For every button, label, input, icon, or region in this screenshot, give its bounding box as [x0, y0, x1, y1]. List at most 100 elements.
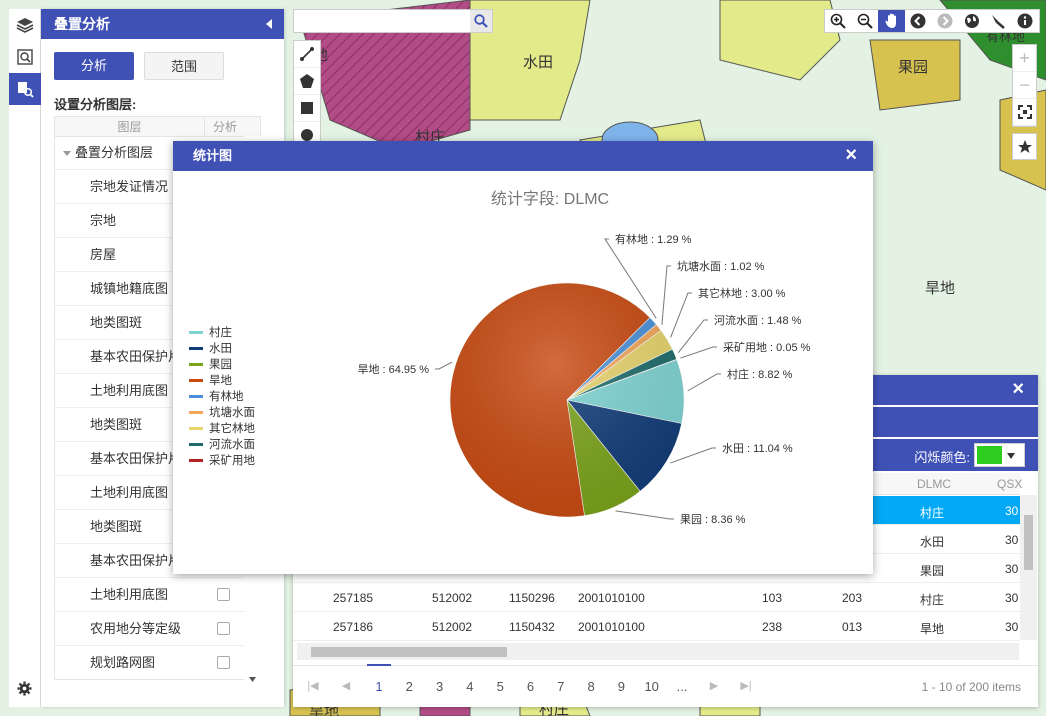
legend-swatch [189, 379, 203, 382]
legend-item[interactable]: 坑塘水面 [209, 405, 255, 419]
legend-item[interactable]: 水田 [209, 342, 232, 355]
table-cell: 2001010100 [578, 591, 645, 605]
layers-button[interactable] [9, 9, 41, 41]
map-label: 果园 [898, 59, 929, 76]
rectangle-icon [301, 102, 313, 114]
bookmark-button[interactable] [1012, 133, 1037, 160]
legend-item[interactable]: 有林地 [209, 389, 244, 403]
legend-item[interactable]: 采矿用地 [209, 454, 255, 467]
legend-item[interactable]: 其它林地 [209, 421, 255, 435]
zoom-in-tool[interactable] [825, 10, 852, 32]
previous-page-button[interactable]: ◀ [334, 679, 358, 692]
close-icon[interactable]: × [1012, 379, 1024, 399]
search-input[interactable] [294, 10, 464, 32]
fullscreen-icon [1017, 105, 1032, 119]
table-cell: 1150296 [509, 591, 555, 605]
zoom-in-button[interactable]: + [1013, 45, 1036, 72]
gear-icon [17, 681, 32, 696]
scroll-thumb[interactable] [1024, 515, 1033, 570]
draw-rectangle-button[interactable] [294, 95, 320, 122]
layer-name: 土地利用底图 [90, 485, 169, 500]
page-button[interactable]: 9 [609, 679, 633, 694]
column-layer: 图层 [55, 117, 205, 136]
draw-polygon-button[interactable] [294, 68, 320, 95]
legend-swatch [189, 427, 203, 430]
legend-item[interactable]: 村庄 [209, 325, 232, 339]
page-button[interactable]: 4 [458, 679, 482, 694]
page-button[interactable]: 8 [579, 679, 603, 694]
page-button[interactable]: 7 [549, 679, 573, 694]
table-row[interactable]: 257185 512002 1150296 2001010100 103 203 村庄 30 [293, 583, 1020, 612]
layer-row[interactable]: 农用地分等定级 [55, 611, 260, 645]
grid-horizontal-scrollbar[interactable] [297, 643, 1019, 660]
next-page-button[interactable]: ▶ [702, 679, 726, 692]
page-button[interactable]: 3 [428, 679, 452, 694]
page-button[interactable]: 5 [488, 679, 512, 694]
identify-tool[interactable] [1012, 10, 1039, 32]
search-button[interactable] [470, 10, 492, 32]
map-label: 水田 [523, 54, 554, 71]
expand-icon[interactable] [63, 151, 71, 157]
page-button[interactable]: 2 [397, 679, 421, 694]
column-dlmc[interactable]: DLMC [917, 477, 951, 491]
layer-checkbox[interactable] [217, 622, 230, 635]
collapse-icon[interactable] [266, 19, 272, 29]
hand-icon [885, 13, 896, 28]
leader-line [435, 361, 453, 370]
legend-item[interactable]: 果园 [209, 358, 232, 371]
table-row[interactable]: 257186 512002 1150432 2001010100 238 013 旱地 30 [293, 612, 1020, 641]
zoom-out-tool[interactable] [852, 10, 879, 32]
legend-item[interactable]: 旱地 [209, 374, 232, 387]
table-cell: 旱地 [920, 622, 945, 636]
globe-icon [964, 14, 979, 28]
leader-line [680, 346, 717, 359]
flash-color-label: 闪烁颜色: [914, 450, 970, 465]
layer-checkbox[interactable] [217, 588, 230, 601]
page-button[interactable]: 10 [640, 679, 664, 694]
slice-label: 采矿用地 : 0.05 % [723, 341, 811, 354]
legend-swatch [189, 331, 203, 334]
measure-icon [992, 15, 1006, 29]
close-icon[interactable]: × [845, 141, 857, 170]
page-button[interactable]: ... [670, 679, 694, 694]
overlay-analysis-button[interactable] [9, 73, 41, 105]
pan-tool[interactable] [878, 10, 906, 32]
layer-row[interactable]: 土地利用底图 [55, 577, 260, 611]
polygon-icon [300, 74, 314, 88]
grid-vertical-scrollbar[interactable] [1020, 495, 1037, 640]
table-cell: 30 [1005, 620, 1019, 634]
fullscreen-button[interactable] [1013, 99, 1036, 126]
table-cell: 村庄 [920, 593, 945, 607]
full-extent-tool[interactable] [958, 10, 985, 32]
layer-checkbox[interactable] [217, 656, 230, 669]
table-cell: 257186 [333, 620, 374, 634]
measure-tool[interactable] [985, 10, 1012, 32]
legend-item[interactable]: 河流水面 [209, 437, 255, 451]
table-cell: 30 [1005, 533, 1019, 547]
draw-line-button[interactable] [294, 41, 320, 68]
flash-color-picker[interactable] [974, 443, 1025, 467]
page-button[interactable]: 1 [367, 664, 391, 694]
table-cell: 013 [842, 620, 863, 634]
table-cell: 103 [762, 591, 783, 605]
zoom-out-button[interactable]: − [1013, 72, 1036, 99]
column-qsx[interactable]: QSX [997, 477, 1022, 491]
page-button[interactable]: 6 [519, 679, 543, 694]
table-cell: 果园 [920, 564, 945, 578]
scroll-thumb[interactable] [311, 647, 507, 657]
chart-dialog-title: 统计图 [193, 148, 233, 163]
forward-icon [937, 13, 953, 29]
table-cell: 512002 [432, 620, 473, 634]
next-view-tool[interactable] [932, 10, 959, 32]
tab-range[interactable]: 范围 [144, 52, 224, 80]
settings-button[interactable] [17, 681, 32, 699]
first-page-button[interactable]: |◀ [301, 679, 325, 692]
search-map-icon [17, 49, 33, 65]
layer-group-label: 叠置分析图层 [75, 145, 154, 160]
layer-name: 宗地 [90, 213, 117, 228]
tab-analysis[interactable]: 分析 [54, 52, 134, 80]
layer-row[interactable]: 规划路网图 [55, 645, 260, 679]
search-map-button[interactable] [9, 41, 41, 73]
previous-view-tool[interactable] [905, 10, 932, 32]
last-page-button[interactable]: ▶| [734, 679, 758, 692]
